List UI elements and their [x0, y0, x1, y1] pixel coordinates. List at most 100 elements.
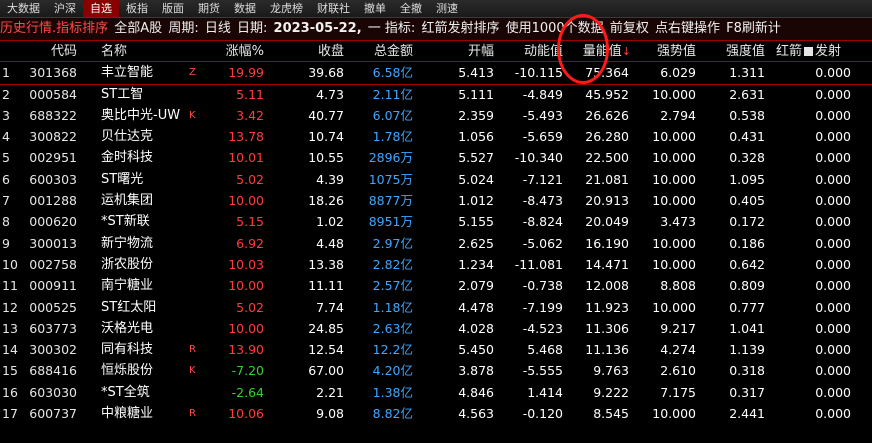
table-row[interactable]: 14 300302 同有科技 R 13.90 12.54 12.2亿 5.450 5.468 11… [0, 339, 872, 360]
header-code[interactable]: 代码 [22, 41, 77, 62]
row-index: 17 [2, 406, 18, 422]
table-row[interactable]: 13 603773 沃格光电 10.00 24.85 2.63亿 4.028 -4.523 11… [0, 318, 872, 339]
close-price: 10.74 [308, 129, 344, 145]
table-row[interactable]: 8 000620 *ST新联 5.15 1.02 8951万 5.155 -8.824 20.0… [0, 211, 872, 232]
period-label: 周期: [168, 21, 199, 36]
signal-value: 0.000 [815, 214, 851, 230]
header-intensity[interactable]: 强度值 [703, 41, 765, 62]
total-amount: 2.57亿 [372, 278, 413, 294]
menu-item[interactable]: 板指 [119, 0, 155, 17]
header-signal[interactable]: 红箭 发射 [776, 41, 871, 62]
table-row[interactable]: 9 300013 新宁物流 6.92 4.48 2.97亿 2.625 -5.062 16.19… [0, 233, 872, 254]
stock-table: 代码 名称 涨幅% 收盘 总金额 开幅 动能值 量能值↓ 强势值 强度值 红箭发… [0, 41, 872, 424]
change-pct: 10.01 [228, 150, 264, 166]
menu-item[interactable]: 沪深 [47, 0, 83, 17]
table-row[interactable]: 4 300822 贝仕达克 13.78 10.74 1.78亿 1.056 -5.659 26.… [0, 126, 872, 147]
volume-energy: 20.913 [585, 193, 629, 209]
header-amount[interactable]: 总金额 [345, 41, 413, 62]
stock-code: 000525 [29, 299, 77, 315]
volume-energy: 11.306 [585, 320, 629, 336]
period-value[interactable]: 日线 [205, 21, 231, 36]
table-row[interactable]: 11 000911 南宁糖业 10.00 11.11 2.57亿 2.079 -0.738 12… [0, 275, 872, 296]
stock-flag [189, 190, 201, 211]
open-pct: 2.079 [458, 278, 494, 294]
stock-name: 运机集团 [101, 193, 154, 209]
stock-code: 603773 [29, 320, 77, 336]
open-pct: 5.111 [458, 86, 494, 102]
strength-value: 2.610 [660, 363, 696, 379]
table-row[interactable]: 17 600737 中粮糖业 R 10.06 9.08 8.82亿 4.563 -0.120 8.… [0, 403, 872, 424]
menu-item[interactable]: 撤单 [357, 0, 393, 17]
intensity-value: 0.172 [729, 214, 765, 230]
menu-item[interactable]: 自选 [83, 0, 119, 17]
intensity-value: 2.631 [729, 86, 765, 102]
menu-item[interactable]: 版面 [155, 0, 191, 17]
table-row[interactable]: 10 002758 浙农股份 10.03 13.38 2.82亿 1.234 -11.081 1… [0, 254, 872, 275]
signal-value: 0.000 [815, 193, 851, 209]
change-pct: 3.42 [236, 107, 264, 123]
close-price: 4.39 [316, 171, 344, 187]
menu-item[interactable]: 期货 [191, 0, 227, 17]
stock-code: 688322 [29, 107, 77, 123]
menu-item[interactable]: 测速 [429, 0, 465, 17]
signal-value: 0.000 [815, 278, 851, 294]
change-pct: 19.99 [228, 65, 264, 81]
table-row[interactable]: 5 002951 金时科技 10.01 10.55 2896万 5.527 -10.340 22… [0, 147, 872, 168]
signal-value: 0.000 [815, 235, 851, 251]
total-amount: 8.82亿 [372, 406, 413, 422]
table-row[interactable]: 6 600303 ST曙光 5.02 4.39 1075万 5.024 -7.121 21.08… [0, 169, 872, 190]
row-index: 2 [2, 86, 10, 102]
header-open-pct[interactable]: 开幅 [430, 41, 494, 62]
table-header: 代码 名称 涨幅% 收盘 总金额 开幅 动能值 量能值↓ 强势值 强度值 红箭发… [0, 41, 872, 62]
stock-name: 贝仕达克 [101, 129, 154, 145]
block-selector[interactable]: 全部A股 [114, 21, 162, 36]
table-row[interactable]: 3 688322 奥比中光-UW K 3.42 40.77 6.07亿 2.359 -5.493… [0, 105, 872, 126]
volume-energy: 9.222 [593, 384, 629, 400]
table-row[interactable]: 7 001288 运机集团 10.00 18.26 8877万 1.012 -8.473 20.… [0, 190, 872, 211]
momentum-value: -5.493 [522, 107, 563, 123]
header-name[interactable]: 名称 [101, 41, 196, 62]
stock-name: 南宁糖业 [101, 278, 154, 294]
view-title[interactable]: 历史行情.指标排序 [0, 21, 108, 36]
date-value[interactable]: 2023-05-22, [274, 21, 362, 36]
table-row[interactable]: 1 301368 丰立智能 Z 19.99 39.68 6.58亿 5.413 -10.115 7… [0, 61, 872, 85]
intensity-value: 1.041 [729, 320, 765, 336]
menu-item[interactable]: 大数据 [0, 0, 47, 17]
right-click-hint: 点右键操作 [654, 21, 720, 36]
table-row[interactable]: 16 603030 *ST全筑 -2.64 2.21 1.38亿 4.846 1.414 9.2… [0, 382, 872, 403]
open-pct: 4.478 [458, 299, 494, 315]
header-strength[interactable]: 强势值 [630, 41, 696, 62]
close-price: 2.21 [316, 384, 344, 400]
stock-code: 688416 [29, 363, 77, 379]
volume-energy: 11.923 [585, 299, 629, 315]
open-pct: 1.234 [458, 256, 494, 272]
close-price: 7.74 [316, 299, 344, 315]
indicator-value[interactable]: 红箭发射排序 [421, 21, 499, 36]
open-pct: 3.878 [458, 363, 494, 379]
stock-flag [189, 126, 201, 147]
header-momentum[interactable]: 动能值 [500, 41, 563, 62]
stock-name: ST红太阳 [101, 299, 157, 315]
strength-value: 7.175 [660, 384, 696, 400]
table-row[interactable]: 2 000584 ST工智 5.11 4.73 2.11亿 5.111 -4.849 45.95… [0, 84, 872, 105]
date-label: 日期: [237, 21, 268, 36]
header-change-pct[interactable]: 涨幅% [202, 41, 264, 62]
adjust-mode[interactable]: 前复权 [610, 21, 649, 36]
open-pct: 2.359 [458, 107, 494, 123]
menu-item[interactable]: 龙虎榜 [263, 0, 310, 17]
table-row[interactable]: 12 000525 ST红太阳 5.02 7.74 1.18亿 4.478 -7.199 11.… [0, 297, 872, 318]
menu-item[interactable]: 数据 [227, 0, 263, 17]
intensity-value: 0.538 [729, 107, 765, 123]
stock-flag: Z [189, 67, 196, 79]
menu-item[interactable]: 财联社 [310, 0, 357, 17]
table-row[interactable]: 15 688416 恒烁股份 K -7.20 67.00 4.20亿 3.878 -5.555 9… [0, 360, 872, 381]
header-close[interactable]: 收盘 [280, 41, 344, 62]
total-amount: 2.11亿 [372, 86, 413, 102]
change-pct: -7.20 [231, 363, 264, 379]
change-pct: 5.15 [236, 214, 264, 230]
menu-item[interactable]: 全撤 [393, 0, 429, 17]
intensity-value: 0.777 [729, 299, 765, 315]
momentum-value: -5.555 [522, 363, 563, 379]
close-price: 4.73 [316, 86, 344, 102]
signal-value: 0.000 [815, 342, 851, 358]
